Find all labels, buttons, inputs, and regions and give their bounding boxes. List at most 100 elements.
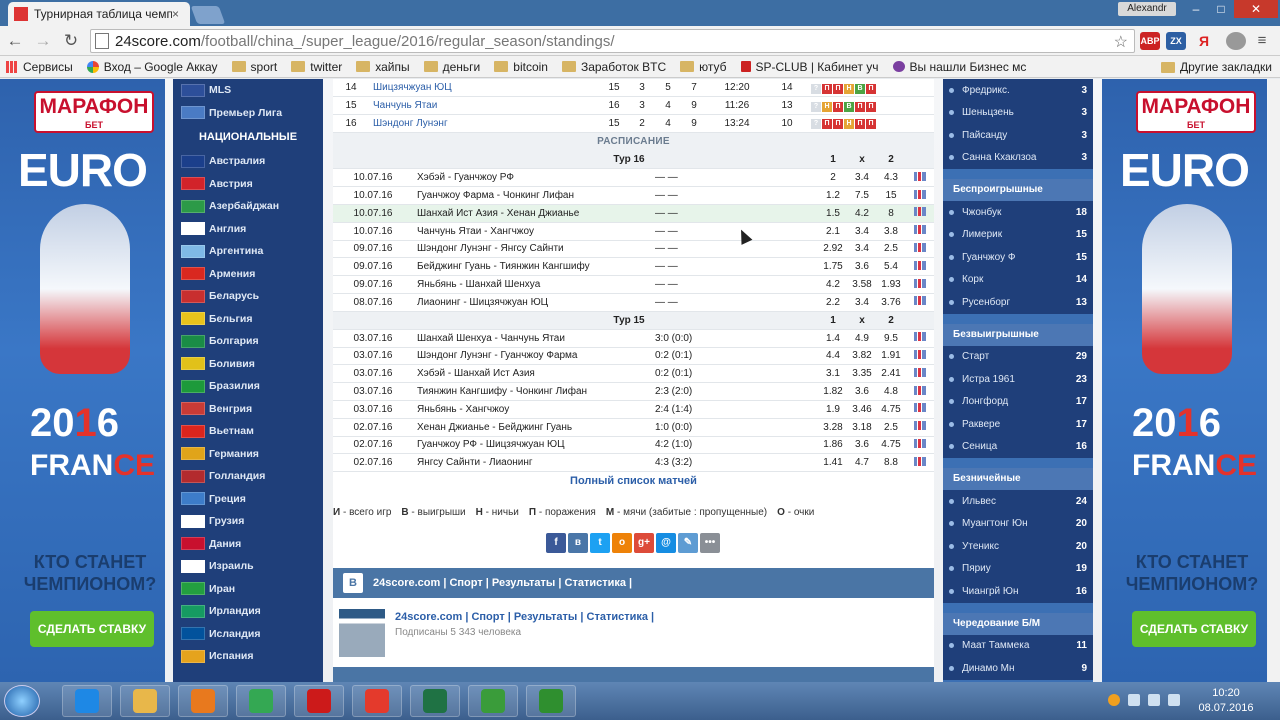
- nav-country-1[interactable]: Австрия: [173, 173, 323, 196]
- tab-close-button[interactable]: ×: [172, 7, 184, 21]
- stats-chart-icon[interactable]: [913, 403, 926, 413]
- address-bar[interactable]: 24score.com/football/china_/super_league…: [90, 29, 1135, 53]
- ad-bet-button[interactable]: СДЕЛАТЬ СТАВКУ: [30, 611, 154, 647]
- right-box-row[interactable]: Лонгфорд 17: [943, 391, 1093, 414]
- back-button[interactable]: ←: [4, 30, 26, 52]
- stats-chart-icon[interactable]: [913, 189, 926, 199]
- nav-country-9[interactable]: Боливия: [173, 353, 323, 376]
- nav-item-top-0[interactable]: MLS: [173, 79, 323, 102]
- odds-2[interactable]: 4.3: [877, 168, 905, 188]
- odds-1[interactable]: 3.28: [819, 418, 847, 437]
- stats-chart-icon[interactable]: [913, 421, 926, 431]
- match-row[interactable]: 03.07.16 Яньбянь - Хангчжоу 2:4 (1:4) 1.9 3.…: [333, 400, 934, 419]
- bookmark-0[interactable]: Сервисы: [6, 60, 73, 74]
- odds-1[interactable]: 1.5: [819, 204, 847, 223]
- standings-row[interactable]: 16 Шэндонг Лунэнг 15 2 4 9 13:24 10? П П Н П П: [333, 114, 934, 133]
- odds-2[interactable]: 4.75: [877, 436, 905, 455]
- left-banner-ad[interactable]: МАРАФОН БЕТ EURO 2016 FRANCE КТО СТАНЕТ Ч…: [0, 79, 165, 682]
- match-row[interactable]: 08.07.16 Лиаонинг - Шицзячжуан ЮЦ — —2.2 3.…: [333, 293, 934, 312]
- close-window-button[interactable]: ✕: [1234, 0, 1278, 18]
- right-box-row[interactable]: Лимерик 15: [943, 224, 1093, 247]
- odds-2[interactable]: 5.4: [877, 257, 905, 277]
- match-row[interactable]: 09.07.16 Бейджинг Гуань - Тиянжин Кангшиф…: [333, 257, 934, 277]
- right-box-row[interactable]: Истра 1961 23: [943, 368, 1093, 391]
- odds-x[interactable]: 3.4: [847, 222, 877, 241]
- nav-country-21[interactable]: Исландия: [173, 623, 323, 646]
- stats-chart-icon[interactable]: [913, 349, 926, 359]
- nav-country-6[interactable]: Беларусь: [173, 285, 323, 308]
- right-box-header[interactable]: Безвыигрышные: [943, 323, 1093, 346]
- match-row[interactable]: 10.07.16 Гуанчжоу Фарма - Чонкинг Лифан — …: [333, 186, 934, 205]
- yandex-extension-icon[interactable]: Я: [1194, 32, 1214, 50]
- right-box-row[interactable]: Чжонбук 18: [943, 201, 1093, 224]
- mailru-icon[interactable]: @: [656, 533, 676, 553]
- match-row[interactable]: 03.07.16 Тиянжин Кангшифу - Чонкинг Лифан…: [333, 382, 934, 401]
- odds-x[interactable]: 3.6: [847, 436, 877, 455]
- stats-chart-icon[interactable]: [913, 242, 926, 252]
- bookmark-3[interactable]: twitter: [291, 60, 342, 74]
- stats-chart-icon[interactable]: [913, 260, 926, 270]
- twitter-icon[interactable]: t: [590, 533, 610, 553]
- odds-2[interactable]: 8.8: [877, 453, 905, 473]
- nav-country-3[interactable]: Англия: [173, 218, 323, 241]
- right-box-header[interactable]: Безничейные: [943, 468, 1093, 490]
- forward-button[interactable]: →: [32, 30, 54, 52]
- odds-1[interactable]: 1.9: [819, 400, 847, 419]
- odds-x[interactable]: 3.6: [847, 257, 877, 277]
- odds-2[interactable]: 1.91: [877, 347, 905, 366]
- right-box-row[interactable]: Русенборг 13: [943, 291, 1093, 314]
- standings-row[interactable]: 15 Чанчунь Ятаи 16 3 4 9 11:26 13? Н П В П П: [333, 96, 934, 116]
- nav-country-17[interactable]: Дания: [173, 533, 323, 556]
- right-box-header[interactable]: Чередование Б/М: [943, 612, 1093, 635]
- nav-country-4[interactable]: Аргентина: [173, 240, 323, 263]
- nav-country-11[interactable]: Венгрия: [173, 398, 323, 421]
- match-row[interactable]: 03.07.16 Шанхай Шенхуа - Чанчунь Ятаи 3:0 …: [333, 329, 934, 348]
- right-box-row[interactable]: Санна Кхаклзоа 3: [943, 147, 1093, 170]
- odds-x[interactable]: 7.5: [847, 186, 877, 205]
- new-tab-button[interactable]: [190, 6, 226, 24]
- taskbar-clock[interactable]: 10:20 08.07.2016: [1196, 686, 1256, 716]
- tray-arrow-icon[interactable]: [1128, 694, 1140, 706]
- reload-button[interactable]: ↻: [60, 30, 82, 52]
- stats-chart-icon[interactable]: [913, 367, 926, 377]
- vk-group-title[interactable]: 24score.com | Спорт | Результаты | Стати…: [395, 611, 654, 623]
- odds-2[interactable]: 3.8: [877, 222, 905, 241]
- odds-1[interactable]: 1.86: [819, 436, 847, 455]
- stats-chart-icon[interactable]: [913, 332, 926, 342]
- chrome-menu-icon[interactable]: ≡: [1252, 32, 1272, 50]
- match-row[interactable]: 10.07.16 Хэбэй - Гуанчжоу РФ — —2 3.4 4.3: [333, 168, 934, 188]
- right-box-row[interactable]: Чиангрй Юн 16: [943, 580, 1093, 603]
- stats-chart-icon[interactable]: [913, 385, 926, 395]
- odds-1[interactable]: 1.2: [819, 186, 847, 205]
- maximize-button[interactable]: □: [1208, 0, 1234, 18]
- bookmark-2[interactable]: sport: [231, 60, 277, 74]
- tray-network-icon[interactable]: [1148, 694, 1160, 706]
- match-row[interactable]: 10.07.16 Шанхай Ист Азия - Хенан Джианье —…: [333, 204, 934, 223]
- nav-country-2[interactable]: Азербайджан: [173, 195, 323, 218]
- match-row[interactable]: 02.07.16 Гуанчжоу РФ - Шицзячжуан ЮЦ 4:2 (…: [333, 436, 934, 455]
- odds-x[interactable]: 3.4: [847, 240, 877, 259]
- odds-1[interactable]: 2: [819, 168, 847, 188]
- odds-1[interactable]: 2.1: [819, 222, 847, 241]
- other-bookmarks[interactable]: Другие закладки: [1161, 60, 1272, 74]
- nav-country-22[interactable]: Испания: [173, 645, 323, 668]
- right-box-row[interactable]: Маат Таммека 11: [943, 635, 1093, 658]
- taskbar-app-8[interactable]: [526, 685, 576, 717]
- right-box-row[interactable]: Корк 14: [943, 269, 1093, 292]
- odds-2[interactable]: 1.93: [877, 275, 905, 294]
- nav-item-top-1[interactable]: Премьер Лига: [173, 102, 323, 125]
- odds-1[interactable]: 4.2: [819, 275, 847, 294]
- stats-chart-icon[interactable]: [913, 225, 926, 235]
- match-row[interactable]: 02.07.16 Янгсу Сайнти - Лиаонинг 4:3 (3:2)…: [333, 453, 934, 473]
- odds-2[interactable]: 2.5: [877, 240, 905, 259]
- nav-country-15[interactable]: Греция: [173, 488, 323, 511]
- bookmark-1[interactable]: Вход – Google Аккау: [86, 60, 218, 74]
- nav-country-16[interactable]: Грузия: [173, 510, 323, 533]
- right-box-row[interactable]: Пяриу 19: [943, 558, 1093, 581]
- nav-country-8[interactable]: Болгария: [173, 330, 323, 353]
- right-box-row[interactable]: Ильвес 24: [943, 490, 1093, 513]
- odds-x[interactable]: 4.9: [847, 329, 877, 348]
- odds-1[interactable]: 1.82: [819, 382, 847, 401]
- odds-1[interactable]: 2.92: [819, 240, 847, 259]
- taskbar-app-5[interactable]: [352, 685, 402, 717]
